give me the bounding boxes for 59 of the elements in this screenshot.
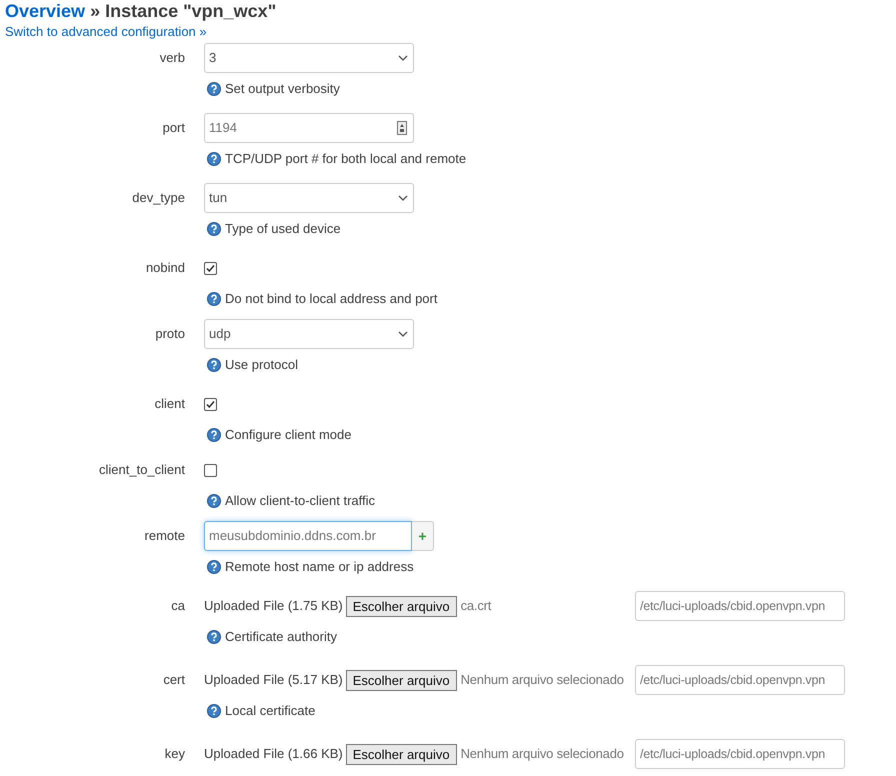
help-icon (207, 704, 221, 718)
add-button[interactable]: + (412, 521, 434, 551)
chevron-down-icon (398, 195, 408, 201)
file-path-field[interactable]: /etc/luci-uploads/cbid.openvpn.vpn (635, 665, 845, 695)
choose-file-button[interactable]: Escolher arquivo (346, 596, 457, 616)
uploaded-file-info: Uploaded File (1.66 KB) (204, 745, 343, 764)
choose-file-button[interactable]: Escolher arquivo (346, 670, 457, 690)
help-icon (207, 428, 221, 442)
help-text: Use protocol (225, 356, 298, 374)
field-label: client (154, 395, 185, 414)
help-icon (207, 630, 221, 644)
selected-file-name: ca.crt (460, 597, 492, 616)
field-label: remote (144, 527, 185, 546)
field-label: verb (160, 49, 185, 68)
advanced-config-link[interactable]: Switch to advanced configuration » (5, 24, 896, 40)
port-field[interactable]: 1194 (204, 113, 414, 143)
spinner-icon[interactable] (397, 121, 407, 135)
checkbox[interactable] (204, 464, 217, 476)
help-text: Type of used device (225, 220, 341, 238)
help-icon (207, 152, 221, 166)
select-dropdown[interactable]: udp (204, 319, 414, 349)
help-text: Allow client-to-client traffic (225, 492, 376, 510)
choose-file-button[interactable]: Escolher arquivo (346, 744, 457, 764)
field-label: key (164, 745, 185, 764)
help-text: Certificate authority (225, 628, 337, 646)
select-dropdown[interactable]: tun (204, 183, 414, 213)
remote-host-field[interactable]: meusubdominio.ddns.com.br (204, 521, 412, 551)
field-label: port (162, 119, 185, 138)
uploaded-file-info: Uploaded File (1.75 KB) (204, 597, 343, 616)
field-label: nobind (146, 259, 185, 278)
help-icon (207, 358, 221, 372)
help-text: Local certificate (225, 702, 316, 720)
chevron-down-icon (398, 331, 408, 337)
help-text: Configure client mode (225, 426, 352, 444)
field-label: ca (171, 597, 185, 616)
file-path-field[interactable]: /etc/luci-uploads/cbid.openvpn.vpn (635, 739, 845, 769)
selected-file-name: Nenhum arquivo selecionado (460, 671, 624, 690)
help-icon (207, 82, 221, 96)
field-label: proto (155, 325, 185, 344)
help-icon (207, 222, 221, 236)
help-text: Do not bind to local address and port (225, 290, 438, 308)
checkbox[interactable] (204, 398, 217, 410)
help-text: Set output verbosity (225, 80, 340, 98)
page-title: » Instance "vpn_wcx" (90, 1, 276, 21)
select-dropdown[interactable]: 3 (204, 43, 414, 73)
help-icon (207, 494, 221, 508)
help-icon (207, 560, 221, 574)
checkbox[interactable] (204, 262, 217, 274)
overview-link[interactable]: Overview (5, 1, 86, 21)
field-label: dev_type (132, 189, 185, 208)
selected-file-name: Nenhum arquivo selecionado (460, 745, 624, 764)
field-label: client_to_client (99, 461, 185, 480)
help-text: Remote host name or ip address (225, 558, 414, 576)
uploaded-file-info: Uploaded File (5.17 KB) (204, 671, 343, 690)
chevron-down-icon (398, 55, 408, 61)
field-label: cert (163, 671, 185, 690)
help-text: TCP/UDP port # for both local and remote (225, 150, 466, 168)
file-path-field[interactable]: /etc/luci-uploads/cbid.openvpn.vpn (635, 591, 845, 621)
help-icon (207, 292, 221, 306)
